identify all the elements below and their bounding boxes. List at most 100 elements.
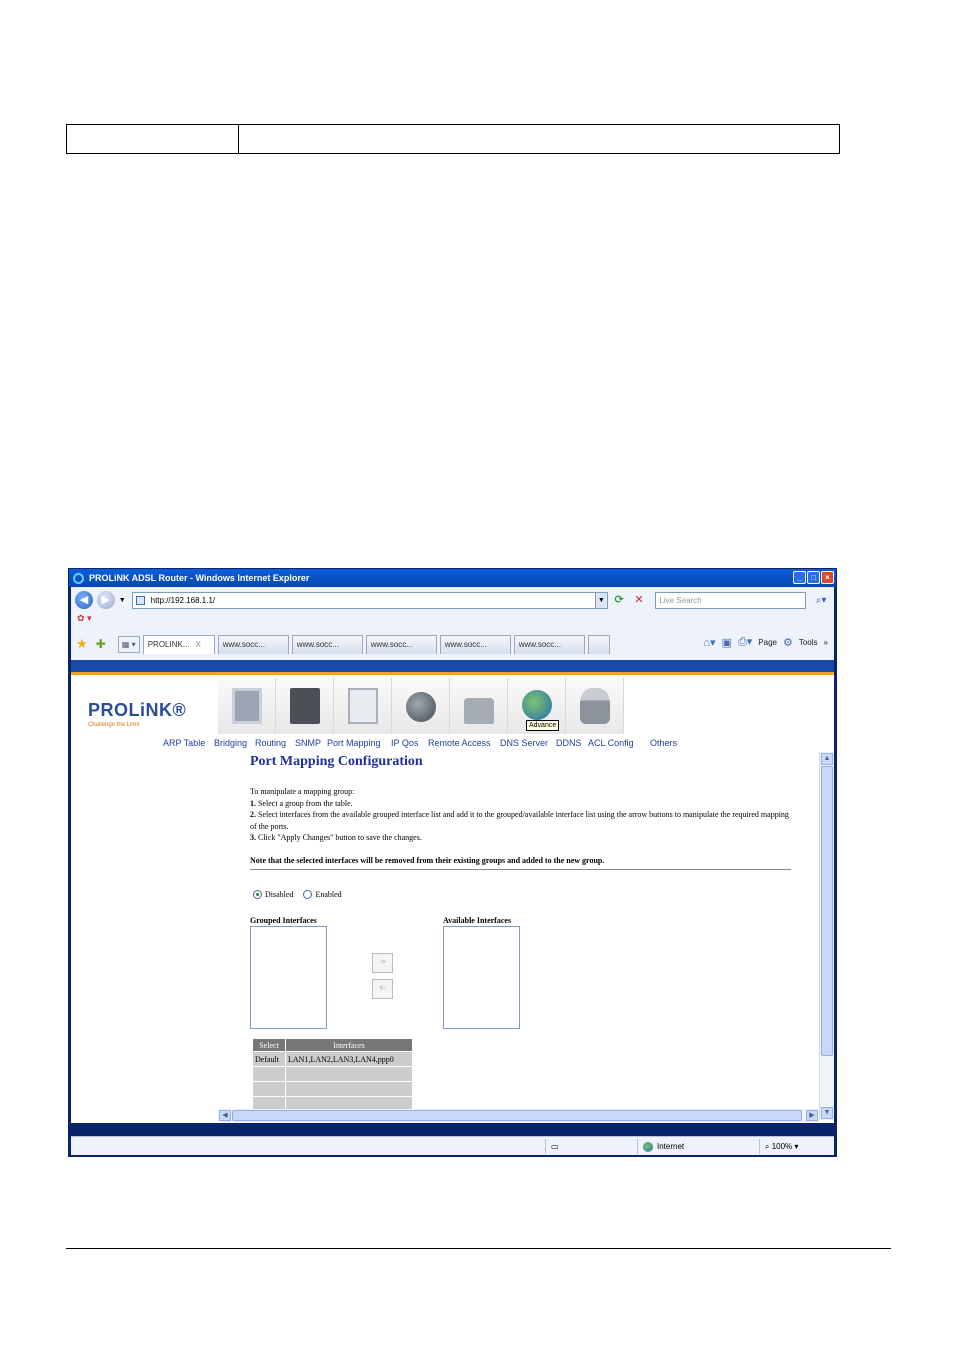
address-bar[interactable]: http://192.168.1.1/ (131, 591, 596, 609)
scroll-down-icon[interactable]: ▼ (821, 1107, 833, 1119)
subnav-port-mapping[interactable]: Port Mapping (327, 738, 381, 748)
zone-text: Internet (657, 1142, 685, 1151)
subnav-remote-access[interactable]: Remote Access (428, 738, 491, 748)
zoom-icon: ⌕ (765, 1142, 772, 1151)
tab-close-icon[interactable]: X (196, 640, 201, 649)
window-title: PROLiNK ADSL Router - Windows Internet E… (89, 573, 310, 583)
subnav-ip-qos[interactable]: IP Qos (391, 738, 418, 748)
grouped-interfaces-list[interactable] (250, 926, 327, 1029)
print-icon[interactable]: ⎙▾ (738, 635, 752, 649)
table-cell-select[interactable] (252, 1096, 286, 1109)
page-content: Port Mapping Configuration To manipulate… (71, 752, 819, 1109)
advance-tooltip: Advance (526, 720, 560, 731)
table-cell-select[interactable] (252, 1066, 286, 1082)
feeds-icon[interactable]: ▣ (722, 636, 732, 649)
add-interface-button[interactable]: -> (372, 953, 393, 973)
lock-icon (464, 698, 494, 724)
document-table-cell (67, 125, 239, 153)
tab-soccer[interactable]: www.socc... (291, 634, 363, 654)
tab-soccer[interactable]: www.socc... (217, 634, 289, 654)
zoom-control[interactable]: ⌕ 100% ▾ (759, 1139, 834, 1154)
globe-icon (406, 692, 436, 722)
mode-radio-group: Disabled Enabled (253, 890, 352, 899)
search-input[interactable]: Live Search (655, 591, 807, 609)
title-bar: PROLiNK ADSL Router - Windows Internet E… (69, 569, 836, 587)
instructions-intro: To manipulate a mapping group: (250, 787, 355, 796)
radio-disabled-label: Disabled (265, 890, 294, 899)
security-menu-item[interactable] (450, 678, 508, 734)
wan-menu-item[interactable] (392, 678, 450, 734)
new-tab-button[interactable] (587, 634, 610, 654)
radio-disabled[interactable] (253, 890, 262, 899)
table-row[interactable]: Default LAN1,LAN2,LAN3,LAN4,ppp0 (252, 1051, 413, 1067)
minimize-button[interactable]: _ (793, 571, 806, 584)
history-dropdown-icon[interactable]: ▼ (119, 597, 126, 604)
subnav-others[interactable]: Others (650, 738, 677, 748)
horizontal-scroll-thumb[interactable] (232, 1110, 802, 1121)
quick-tabs-button[interactable]: ▦ ▾ (117, 635, 140, 653)
page-title: Port Mapping Configuration (250, 754, 423, 769)
remove-interface-button[interactable]: <- (372, 979, 393, 999)
internet-globe-icon (643, 1141, 653, 1152)
vertical-scroll-thumb[interactable] (821, 766, 833, 1056)
monitor-icon (232, 688, 262, 724)
scroll-left-icon[interactable]: ◀ (219, 1110, 231, 1121)
subnav-acl-config[interactable]: ACL Config (588, 738, 634, 748)
back-button[interactable]: ◀ (75, 591, 93, 609)
refresh-icon[interactable]: ⟳ (611, 592, 628, 609)
available-interfaces-list[interactable] (443, 926, 520, 1029)
document-table (66, 124, 840, 154)
tab-soccer[interactable]: www.socc... (365, 634, 437, 654)
forward-button[interactable]: ▶ (96, 591, 115, 609)
group-table: Select Interfaces Default LAN1,LAN2,LAN3… (252, 1038, 413, 1109)
zoom-dropdown-icon[interactable]: ▾ (792, 1142, 798, 1151)
table-cell-interfaces (285, 1096, 413, 1109)
tab-soccer[interactable]: www.socc... (439, 634, 511, 654)
table-row[interactable] (252, 1066, 413, 1082)
device-menu-item[interactable] (334, 678, 392, 734)
zone-indicator: Internet (637, 1139, 757, 1154)
status-menu-item[interactable] (218, 678, 276, 734)
menu-icon[interactable]: ✿ ▾ (77, 613, 92, 627)
table-cell-select[interactable]: Default (252, 1051, 286, 1067)
stop-icon[interactable]: ✕ (631, 592, 648, 609)
maximize-button[interactable]: □ (807, 571, 820, 584)
radio-enabled-label: Enabled (315, 890, 342, 899)
subnav-dns-server[interactable]: DNS Server (500, 738, 548, 748)
radio-enabled[interactable] (303, 890, 313, 899)
table-header: Interfaces (285, 1038, 413, 1052)
tools-menu[interactable]: Tools (799, 638, 818, 647)
favorites-star-icon[interactable]: ★ (76, 636, 88, 652)
page-menu[interactable]: Page (758, 638, 777, 647)
vertical-scrollbar[interactable]: ▲ ▼ (819, 752, 834, 1120)
scroll-up-icon[interactable]: ▲ (821, 753, 833, 765)
person-icon (580, 688, 610, 724)
table-row[interactable] (252, 1096, 413, 1109)
subnav-arp-table[interactable]: ARP Table (163, 738, 205, 748)
subnav-ddns[interactable]: DDNS (556, 738, 582, 748)
table-row[interactable] (252, 1081, 413, 1097)
tab-soccer[interactable]: www.socc... (513, 634, 585, 654)
step-1-text: Select a group from the table. (256, 798, 353, 808)
address-dropdown-icon[interactable]: ▼ (595, 591, 608, 609)
browser-chrome: ◀ ▶ ▼ http://192.168.1.1/ ▼ ⟳ ✕ Live Sea… (71, 587, 834, 660)
close-window-button[interactable]: × (821, 571, 834, 584)
prolink-logo: PROLiNK® (88, 700, 187, 720)
tab-prolink[interactable]: PROLINK... X (142, 634, 215, 654)
setup-menu-item[interactable] (276, 678, 334, 734)
main-menu (218, 678, 624, 734)
subnav-bridging[interactable]: Bridging (214, 738, 247, 748)
horizontal-scrollbar[interactable]: ◀ ▶ (218, 1109, 819, 1122)
table-cell-select[interactable] (252, 1081, 286, 1097)
search-icon[interactable]: ⌕▾ (808, 592, 834, 609)
document-table-cell (239, 125, 839, 153)
more-commands[interactable]: » (824, 638, 828, 647)
available-interfaces-label: Available Interfaces (443, 916, 512, 925)
subnav-snmp[interactable]: SNMP (295, 738, 321, 748)
step-3-text: Click "Apply Changes" button to save the… (256, 833, 422, 842)
subnav-routing[interactable]: Routing (255, 738, 286, 748)
admin-menu-item[interactable] (566, 678, 624, 734)
add-favorite-icon[interactable]: ✚ (96, 637, 106, 651)
home-icon[interactable]: ⌂▾ (703, 636, 715, 649)
scroll-right-icon[interactable]: ▶ (806, 1110, 818, 1121)
